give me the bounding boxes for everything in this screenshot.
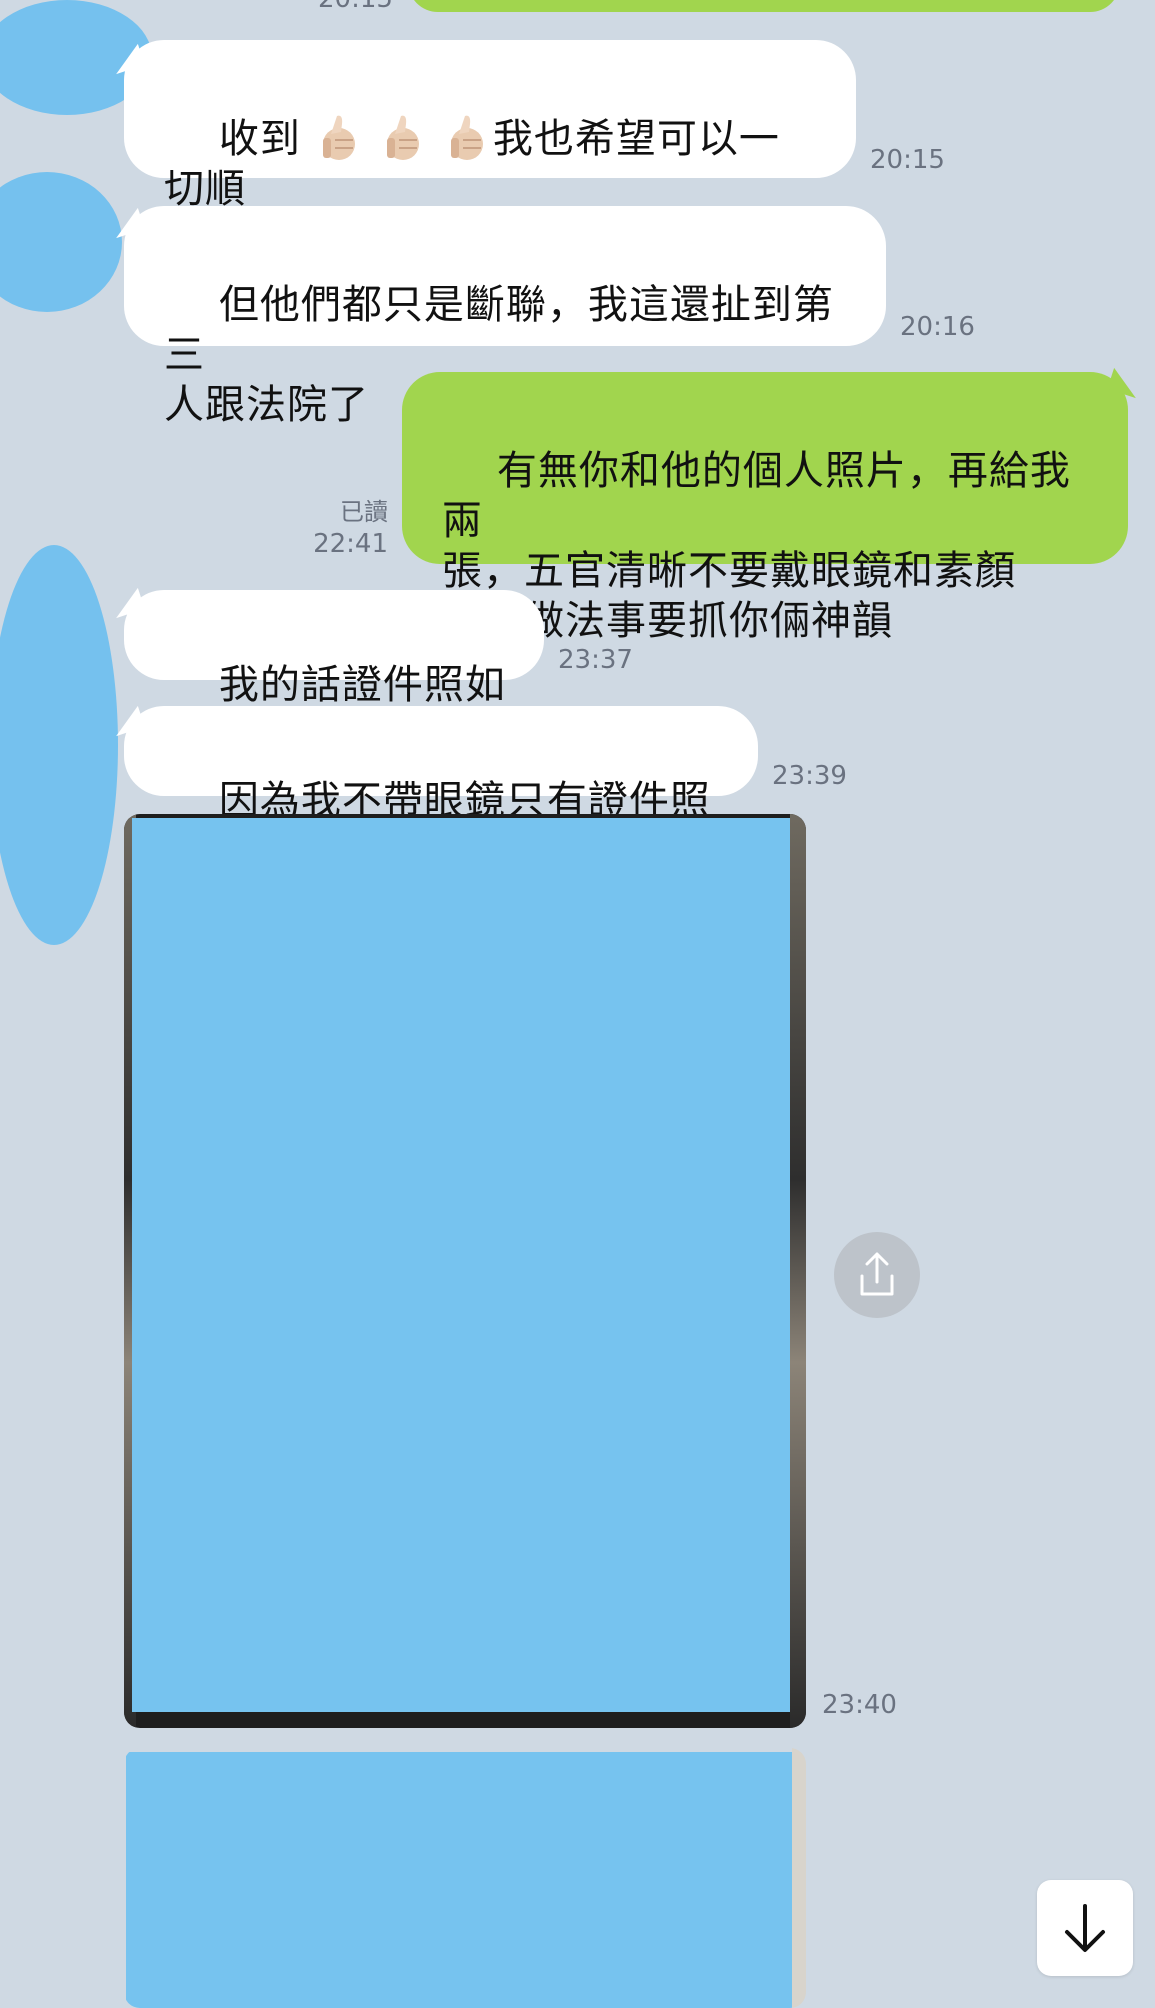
- message-time: 23:39: [772, 761, 847, 791]
- avatar[interactable]: [0, 545, 118, 945]
- message-bubble[interactable]: 收到我也希望可以一切順 利: [124, 40, 856, 262]
- message-bubble[interactable]: 因為我不帶眼鏡只有證件照了: [124, 706, 758, 874]
- scroll-to-bottom-button[interactable]: [1037, 1880, 1133, 1976]
- partial-outgoing-bubble[interactable]: [408, 0, 1120, 12]
- image-edge: [790, 814, 806, 1728]
- message-bubble[interactable]: 但他們都只是斷聯，我這還扯到第三 人跟法院了: [124, 206, 886, 428]
- thumbs-up-emoji-icon: [371, 110, 423, 162]
- message-time: 23:37: [558, 645, 633, 675]
- message-time: 20:16: [900, 312, 975, 342]
- share-icon: [860, 1252, 894, 1296]
- thumbs-up-emoji-icon: [307, 110, 359, 162]
- arrow-down-icon: [1065, 1904, 1105, 1952]
- message-bubble[interactable]: 我的話證件照如何: [124, 590, 544, 758]
- image-edge: [792, 1748, 806, 2008]
- message-time: 20:15: [318, 0, 393, 14]
- image-message[interactable]: [124, 814, 806, 1728]
- thumbs-up-emoji-icon: [435, 110, 487, 162]
- image-message[interactable]: [124, 1748, 806, 2008]
- chat-view: 20:15 收到我也希望可以一切順 利 20:15 但他們都只是斷聯，我這還扯到…: [0, 0, 1155, 2008]
- share-button[interactable]: [834, 1232, 920, 1318]
- avatar[interactable]: [0, 172, 122, 312]
- redacted-image: [126, 1752, 792, 2008]
- message-time: 22:41: [313, 529, 388, 559]
- message-time: 20:15: [870, 145, 945, 175]
- message-bubble[interactable]: 有無你和他的個人照片，再給我兩 張，五官清晰不要戴眼鏡和素顏 晚點做法事要抓你倆…: [402, 372, 1128, 644]
- redacted-image: [132, 818, 790, 1712]
- message-time: 23:40: [822, 1690, 897, 1720]
- read-label: 已讀: [340, 498, 388, 526]
- message-text: 收到: [218, 116, 301, 162]
- read-status: 已讀 22:41: [300, 496, 388, 560]
